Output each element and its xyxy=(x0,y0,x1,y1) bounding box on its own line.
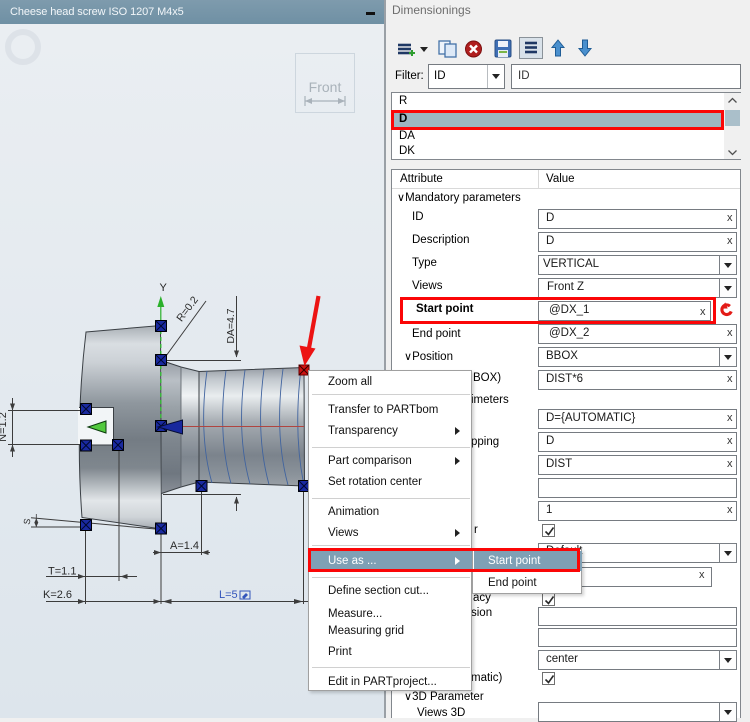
svg-text:Front: Front xyxy=(309,79,342,95)
svg-text:K=2.6: K=2.6 xyxy=(43,589,72,601)
svg-text:DA=4.7: DA=4.7 xyxy=(225,308,237,343)
svg-text:T=1.1: T=1.1 xyxy=(48,566,76,578)
svg-text:A=1.4: A=1.4 xyxy=(170,540,199,552)
svg-text:N=1.2: N=1.2 xyxy=(0,412,9,442)
svg-text:L=5: L=5 xyxy=(219,589,238,601)
svg-text:Y: Y xyxy=(160,282,168,294)
